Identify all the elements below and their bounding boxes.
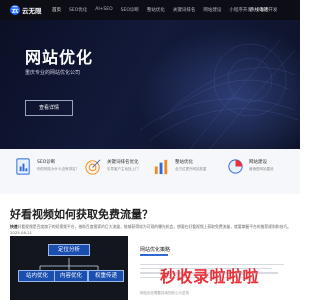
nav-item-website-build[interactable]: 网站建设 — [203, 7, 221, 13]
nav-item-seo[interactable]: SEO优化 — [69, 7, 87, 13]
logo-icon: 云 — [10, 5, 20, 15]
top-nav: 云 云无限 首页 SEO优化 AI+SEO SEO诊断 整站优化 关键词排名 网… — [0, 0, 300, 20]
mindmap-node: 权重传递 — [88, 270, 124, 282]
article-summary: 快速好看视频是百度旗下的短视频平台，借助百度搜索的巨大流量，能够获得较为可观的曝… — [10, 224, 292, 236]
feature-desc: 引导客户主动找上门 — [107, 167, 139, 171]
feature-title: 整站优化 — [175, 160, 193, 165]
nav-menu: 首页 SEO优化 AI+SEO SEO诊断 整站优化 关键词排名 网站建设 小程… — [52, 7, 277, 13]
hero-title: 网站优化 — [25, 48, 94, 67]
feature-title: 网站建设 — [249, 160, 267, 165]
nav-item-home[interactable]: 首页 — [52, 7, 61, 13]
pie-chart-icon — [228, 159, 243, 174]
nav-item-miniprogram[interactable]: 小程序开发 — [229, 7, 252, 13]
mindmap-node: 内容优化 — [54, 270, 88, 282]
feature-desc: 你的网站为什么没有排名？ — [37, 167, 79, 171]
hotline-label: 热线电话 — [250, 8, 268, 13]
article-summary-lead: 快速 — [10, 224, 18, 229]
hero-subtitle: 重庆专业的网站优化公司 — [25, 70, 81, 76]
target-icon — [85, 159, 101, 175]
nav-item-keyword-ranking[interactable]: 关键词排名 — [173, 7, 196, 13]
article-title[interactable]: 好看视频如何获取免费流量？ — [10, 206, 153, 222]
watermark-text: 秒收录啦啦啦 — [160, 267, 260, 286]
feature-website-build[interactable]: 网站建设 营销型网站建设 — [226, 157, 274, 176]
logo-text: 云无限 — [22, 7, 42, 15]
strategy-title: 网站优化策略 — [140, 247, 171, 253]
nav-item-ai-seo[interactable]: AI+SEO — [95, 7, 112, 13]
feature-title: SEO诊断 — [37, 160, 56, 165]
hero-mesh-graphic — [139, 39, 299, 149]
feature-seo-diagnosis[interactable]: SEO诊断 你的网站为什么没有排名？ — [14, 157, 79, 176]
hero-banner: 网站优化 重庆专业的网站优化公司 查看详情 — [0, 20, 300, 149]
logo[interactable]: 云 云无限 — [10, 5, 42, 15]
nav-item-seo-diagnosis[interactable]: SEO诊断 — [121, 7, 139, 13]
strategy-accent-bar — [140, 254, 168, 256]
feature-strip: SEO诊断 你的网站为什么没有排名？ 关键词排名优化 引导客户主动找上门 整站优… — [0, 149, 300, 194]
feature-site-optimization[interactable]: 整站优化 全方位提升网站权重 — [152, 157, 207, 176]
feature-keyword-ranking[interactable]: 关键词排名优化 引导客户主动找上门 — [84, 157, 139, 176]
strategy-footer-text: 网站优化需要持续的耐心与坚持 — [140, 291, 189, 295]
mindmap-image: 定位分析 站内优化 内容优化 权重传递 — [10, 236, 128, 300]
feature-title: 关键词排名优化 — [107, 160, 139, 165]
mindmap-node-root: 定位分析 — [48, 244, 90, 256]
bar-chart-icon — [154, 159, 168, 175]
document-chart-icon — [16, 158, 30, 175]
view-details-button[interactable]: 查看详情 — [25, 100, 73, 116]
nav-item-site-optimization[interactable]: 整站优化 — [147, 7, 165, 13]
mindmap-node: 站内优化 — [18, 270, 56, 282]
feature-desc: 全方位提升网站权重 — [175, 167, 207, 171]
article-summary-text: 好看视频是百度旗下的短视频平台，借助百度搜索的巨大流量，能够获得较为可观的曝光机… — [10, 224, 291, 235]
feature-desc: 营销型网站建设 — [249, 167, 274, 171]
